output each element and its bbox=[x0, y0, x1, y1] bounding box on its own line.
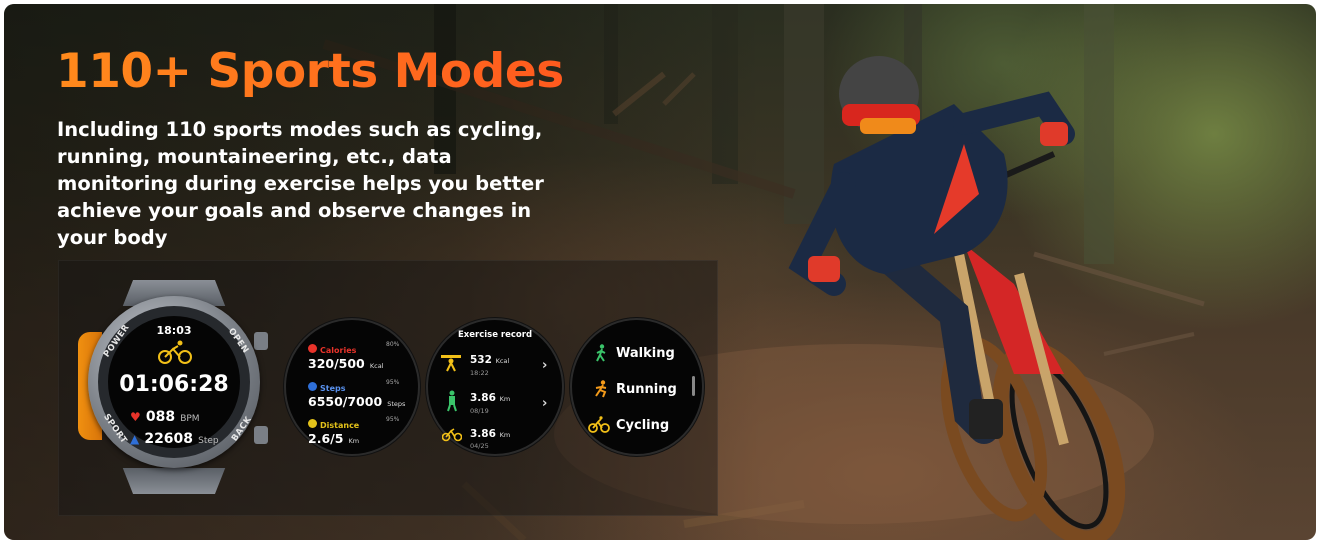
exercise-record-title: Exercise record bbox=[457, 330, 533, 340]
steps-unit: Step bbox=[198, 436, 219, 446]
record-2-date: 08/19 bbox=[470, 407, 489, 415]
record-2-value: 3.86 Km bbox=[470, 392, 511, 404]
steps-row: ▲ 22608 Step bbox=[130, 428, 219, 447]
steps-value-row: 6550/7000 Steps bbox=[308, 391, 405, 410]
steps-stat-value: 6550/7000 bbox=[308, 394, 383, 409]
location-pin-icon bbox=[308, 419, 317, 428]
steps-value: 22608 bbox=[144, 431, 194, 447]
record-1-value: 532 Kcal bbox=[470, 354, 510, 366]
watch-crown-bottom bbox=[254, 426, 268, 444]
description: Including 110 sports modes such as cycli… bbox=[57, 118, 544, 249]
watch-lug-bottom bbox=[122, 468, 226, 494]
mode-cycling[interactable]: Cycling bbox=[616, 418, 669, 433]
calories-percent: 80% bbox=[386, 341, 400, 348]
record-3-date: 04/25 bbox=[470, 442, 489, 450]
calories-value: 320/500 bbox=[308, 356, 365, 371]
headline: 110+ Sports Modes bbox=[56, 44, 564, 99]
walking-icon bbox=[596, 344, 606, 362]
stats-screen: Calories 80% 320/500 Kcal Steps 95% 6550… bbox=[284, 318, 420, 456]
sports-modes-screen: Walking Running Cycling bbox=[570, 318, 704, 456]
chevron-right-icon[interactable]: › bbox=[542, 358, 547, 373]
smartwatch: POWER OPEN SPORT BACK 18:03 01:06:28 ♥ 0… bbox=[78, 280, 270, 494]
steps-percent: 95% bbox=[386, 379, 400, 386]
heart-icon: ♥ bbox=[130, 410, 141, 424]
record-1-date: 18:22 bbox=[470, 369, 489, 377]
hero-banner: 110+ Sports Modes Including 110 sports m… bbox=[4, 4, 1316, 540]
steps-icon bbox=[308, 382, 317, 391]
watch-clock: 18:03 bbox=[156, 324, 192, 337]
weightlifting-icon bbox=[441, 355, 461, 372]
hiking-icon bbox=[447, 390, 457, 412]
cycling-icon bbox=[588, 416, 610, 433]
mountain-biker-illustration bbox=[788, 56, 1126, 540]
distance-value-row: 2.6/5 Km bbox=[308, 428, 359, 447]
watch-elapsed-time: 01:06:28 bbox=[119, 372, 229, 397]
shoe-icon: ▲ bbox=[130, 432, 140, 446]
exercise-record-screen: Exercise record 532 Kcal 18:22 › 3.86 Km… bbox=[426, 318, 564, 456]
distance-percent: 95% bbox=[386, 416, 400, 423]
heart-rate-value: 088 bbox=[145, 409, 176, 425]
running-icon bbox=[595, 380, 607, 398]
mode-walking[interactable]: Walking bbox=[616, 346, 675, 361]
cycling-icon bbox=[442, 428, 462, 442]
heart-rate-unit: BPM bbox=[180, 414, 200, 424]
calories-value-row: 320/500 Kcal bbox=[308, 353, 384, 372]
heart-rate-row: ♥ 088 BPM bbox=[130, 406, 200, 425]
mode-running[interactable]: Running bbox=[616, 382, 677, 397]
flame-icon bbox=[308, 344, 317, 353]
record-3-value: 3.86 Km bbox=[470, 428, 511, 440]
chevron-right-icon[interactable]: › bbox=[542, 396, 547, 411]
steps-stat-unit: Steps bbox=[387, 400, 406, 408]
distance-value: 2.6/5 bbox=[308, 431, 344, 446]
cycling-icon bbox=[158, 340, 192, 364]
calories-unit: Kcal bbox=[369, 362, 384, 370]
scroll-indicator bbox=[692, 376, 695, 396]
distance-unit: Km bbox=[348, 437, 360, 445]
